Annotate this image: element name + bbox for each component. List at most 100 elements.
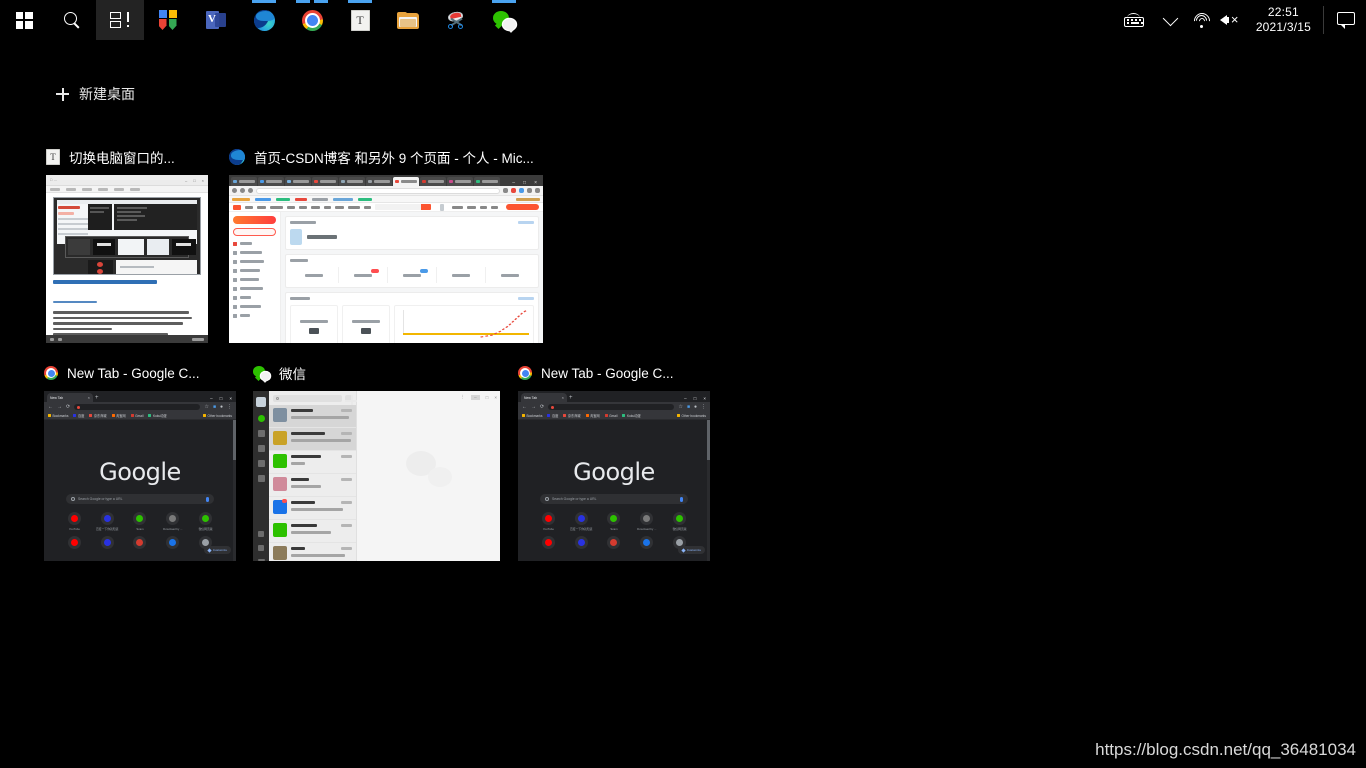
window-thumbnail[interactable]: New Tab × + – □ × ← → ⟳ ☆ ■ ● ⋮ Bookmark…: [518, 391, 710, 561]
sidebar-item[interactable]: [233, 260, 276, 264]
task-view-button[interactable]: [96, 0, 144, 40]
bookmark-item[interactable]: 京东商城: [89, 413, 107, 418]
customize-chrome-button[interactable]: Customize: [677, 546, 705, 554]
shortcut-tile[interactable]: [565, 536, 598, 551]
sidebar-item[interactable]: [233, 269, 276, 273]
mini-programs-icon[interactable]: [258, 531, 264, 537]
taskbar-item-wechat[interactable]: [480, 0, 528, 40]
sidebar-item[interactable]: [233, 242, 276, 246]
sidebar-item[interactable]: [233, 305, 276, 309]
notification-center-button[interactable]: [1326, 0, 1366, 40]
chats-icon[interactable]: [257, 415, 265, 422]
shortcut-tile[interactable]: 百度一下你就知道: [91, 512, 124, 531]
chat-list-item[interactable]: [269, 451, 356, 474]
taskbar-item-snipping-tool[interactable]: [432, 0, 480, 40]
chat-list-item[interactable]: [269, 474, 356, 497]
maximize-icon[interactable]: □: [220, 396, 223, 401]
minimize-icon[interactable]: –: [471, 394, 480, 400]
shortcut-tile[interactable]: [58, 536, 91, 551]
shortcut-tile[interactable]: Scam: [598, 512, 631, 531]
profile-icon[interactable]: ●: [220, 404, 223, 410]
customize-chrome-button[interactable]: Customize: [203, 546, 231, 554]
chrome-tab[interactable]: New Tab ×: [521, 393, 567, 402]
profile-icon[interactable]: ●: [694, 404, 697, 410]
sidebar-item[interactable]: [233, 251, 276, 255]
sidebar-item[interactable]: [233, 314, 276, 318]
csdn-search-input[interactable]: [375, 204, 431, 210]
taskbar-item-typora[interactable]: T: [336, 0, 384, 40]
contacts-icon[interactable]: [257, 430, 265, 437]
back-icon[interactable]: ←: [522, 404, 527, 410]
sidebar-item[interactable]: [233, 287, 276, 291]
bookmark-item[interactable]: 淘宝网: [111, 413, 126, 418]
csdn-vip-button[interactable]: [506, 204, 539, 210]
shortcut-tile[interactable]: [532, 536, 565, 551]
shortcut-tile[interactable]: [91, 536, 124, 551]
more-icon[interactable]: ⋮: [460, 394, 465, 400]
bookmark-item[interactable]: Kuku动漫: [148, 413, 167, 418]
minimize-icon[interactable]: –: [210, 396, 213, 401]
chat-list-item[interactable]: [269, 405, 356, 428]
bookmark-item[interactable]: 百度: [547, 413, 558, 418]
window-card-chrome-2[interactable]: New Tab - Google C... New Tab × + – □ ×: [518, 362, 710, 561]
window-thumbnail[interactable]: □ ... – □ ×: [46, 175, 208, 343]
menu-icon[interactable]: ⋮: [701, 404, 706, 410]
show-hidden-icons-button[interactable]: [1154, 0, 1188, 40]
avatar[interactable]: [256, 397, 266, 407]
network-button[interactable]: [1188, 0, 1216, 40]
scrollbar[interactable]: [707, 420, 710, 561]
taskbar-item-edge[interactable]: [240, 0, 288, 40]
chat-list-item[interactable]: [269, 497, 356, 520]
add-button[interactable]: [345, 394, 358, 408]
extension-icon[interactable]: ■: [687, 404, 690, 410]
other-bookmarks-item[interactable]: Other bookmarks: [203, 414, 232, 418]
close-icon[interactable]: ×: [703, 396, 706, 401]
touch-keyboard-button[interactable]: [1114, 0, 1154, 40]
window-card-chrome-1[interactable]: New Tab - Google C... New Tab × + – □ ×: [44, 362, 236, 561]
bookmark-item[interactable]: 京东商城: [563, 413, 581, 418]
google-search-box[interactable]: Search Google or type a URL: [540, 494, 688, 504]
maximize-icon[interactable]: □: [486, 395, 489, 400]
favorites-icon[interactable]: [257, 445, 265, 452]
sidebar-primary-button[interactable]: [233, 216, 276, 224]
csdn-tab[interactable]: [388, 267, 437, 283]
new-tab-icon[interactable]: +: [569, 395, 573, 401]
back-icon[interactable]: ←: [48, 404, 53, 410]
google-search-box[interactable]: Search Google or type a URL: [66, 494, 214, 504]
shortcut-tile[interactable]: 微信网页版: [189, 512, 222, 531]
chat-list-item[interactable]: [269, 543, 356, 561]
shortcut-tile[interactable]: 微信网页版: [663, 512, 696, 531]
bookmark-item[interactable]: 百度: [73, 413, 84, 418]
shortcut-tile[interactable]: [630, 536, 663, 551]
maximize-icon[interactable]: □: [694, 396, 697, 401]
csdn-tab[interactable]: [290, 267, 339, 283]
taskbar-item-chrome[interactable]: [288, 0, 336, 40]
bookmark-star-icon[interactable]: ☆: [678, 404, 682, 410]
close-icon[interactable]: ×: [88, 395, 90, 400]
address-bar[interactable]: [548, 404, 675, 410]
sidebar-secondary-button[interactable]: [233, 228, 276, 236]
shortcut-tile[interactable]: Download by ...: [630, 512, 663, 531]
reload-icon[interactable]: ⟳: [540, 404, 544, 410]
address-bar[interactable]: [74, 404, 201, 410]
sidebar-item[interactable]: [233, 278, 276, 282]
menu-icon[interactable]: [257, 559, 265, 561]
phone-icon[interactable]: [258, 545, 264, 551]
csdn-tab[interactable]: [486, 267, 534, 283]
address-bar[interactable]: [256, 187, 500, 194]
taskbar-item-file-explorer[interactable]: [384, 0, 432, 40]
bookmark-item[interactable]: Bookmarks: [522, 414, 542, 418]
reload-icon[interactable]: ⟳: [66, 404, 70, 410]
window-thumbnail[interactable]: – □ ×: [229, 175, 543, 343]
scrollbar[interactable]: [233, 420, 236, 561]
files-icon[interactable]: [257, 460, 265, 467]
chat-list-item[interactable]: [269, 520, 356, 543]
shortcut-tile[interactable]: YouTube: [532, 512, 565, 531]
microphone-icon[interactable]: [680, 496, 683, 502]
bookmark-item[interactable]: Bookmarks: [48, 414, 68, 418]
close-icon[interactable]: ×: [562, 395, 564, 400]
shortcut-tile[interactable]: Download by ...: [156, 512, 189, 531]
csdn-tab[interactable]: [437, 267, 486, 283]
other-bookmarks-item[interactable]: Other bookmarks: [677, 414, 706, 418]
minimize-icon[interactable]: –: [684, 396, 687, 401]
